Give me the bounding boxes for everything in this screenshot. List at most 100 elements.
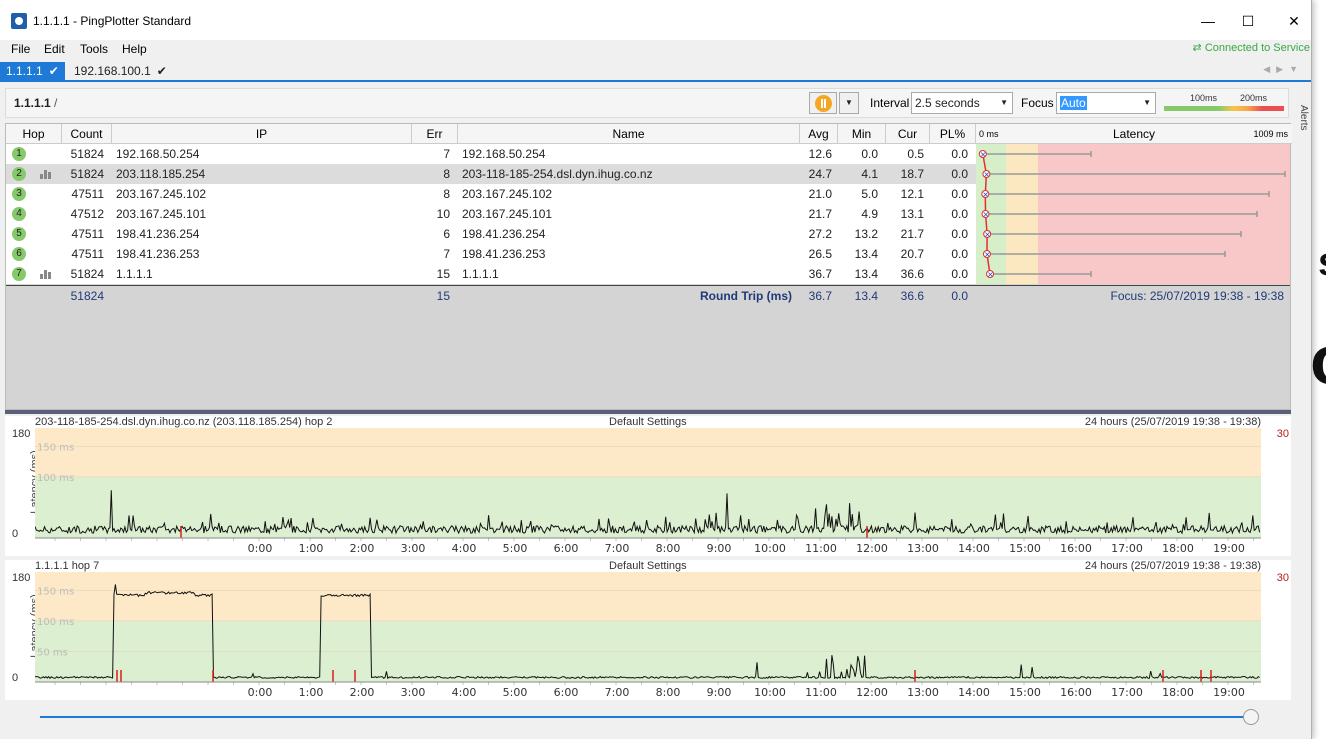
timeline-plot[interactable]: 150 ms 100 ms 0:00 1:00 2:00 3:00 4:00 5:00 6:00… [35, 428, 1261, 556]
hour-tick-label: 1:00 [299, 686, 324, 699]
timeline-range-label: 24 hours (25/07/2019 19:38 - 19:38) [1084, 560, 1261, 572]
band-label: 100 ms [37, 617, 74, 628]
header-min[interactable]: Min [838, 124, 886, 144]
hour-tick-label: 12:00 [856, 686, 888, 699]
hour-tick-label: 14:00 [958, 542, 990, 555]
bar-chart-icon[interactable] [40, 170, 52, 179]
total-count: 51824 [70, 289, 104, 303]
header-name[interactable]: Name [458, 124, 800, 144]
header-latency[interactable]: 0 ms Latency 1009 ms [976, 124, 1292, 144]
hour-tick-label: 13:00 [907, 686, 939, 699]
hour-tick-label: 8:00 [656, 542, 681, 555]
hour-tick-label: 3:00 [401, 542, 426, 555]
latency-good-band [35, 476, 1261, 538]
minimize-button[interactable]: — [1196, 10, 1220, 32]
header-ip[interactable]: IP [112, 124, 412, 144]
cell-min: 4.9 [861, 207, 878, 221]
hop-number: 4 [12, 207, 26, 221]
pause-icon [815, 95, 832, 112]
tab-scroll-arrows[interactable]: ◀▶▼ [1263, 64, 1304, 75]
hour-tick-label: 4:00 [452, 686, 477, 699]
interval-label: Interval [870, 96, 910, 110]
hour-tick-label: 3:00 [401, 686, 426, 699]
hour-tick-label: 5:00 [503, 686, 528, 699]
latency-warn-band [35, 428, 1261, 477]
cell-err: 7 [443, 147, 450, 161]
band-label: 50 ms [37, 647, 68, 658]
close-button[interactable]: ✕ [1282, 10, 1306, 32]
tab-target-2[interactable]: 192.168.100.1 ✔ [68, 62, 173, 80]
cell-ip: 192.168.50.254 [116, 147, 200, 161]
table-row[interactable]: 7 51824 1.1.1.1 15 1.1.1.1 36.7 13.4 36.6 0.0 [6, 264, 976, 284]
toolbar: 1.1.1.1 / ▼ Interval 2.5 seconds ▼ Focus … [5, 88, 1289, 118]
cell-err: 8 [443, 187, 450, 201]
header-hop[interactable]: Hop [6, 124, 62, 144]
table-row[interactable]: 1 51824 192.168.50.254 7 192.168.50.254 12.6 0… [6, 144, 976, 164]
y-tick-top: 180 [12, 428, 31, 440]
menu-help[interactable]: Help [122, 42, 147, 56]
timeline-plot[interactable]: 150 ms 100 ms 50 ms 0:00 1:00 2:00 3:00 4:00 5:0… [35, 572, 1261, 700]
cell-name: 203-118-185-254.dsl.dyn.ihug.co.nz [462, 167, 653, 181]
bar-chart-icon[interactable] [40, 270, 52, 279]
grid-header: Hop Count IP Err Name Avg Min Cur PL% 0 … [6, 124, 1292, 144]
table-row[interactable]: 3 47511 203.167.245.102 8 203.167.245.102 21.… [6, 184, 976, 204]
pause-dropdown-button[interactable]: ▼ [839, 92, 859, 114]
hour-tick-label: 4:00 [452, 542, 477, 555]
cell-ip: 1.1.1.1 [116, 267, 153, 281]
cell-pl: 0.0 [951, 247, 968, 261]
header-err[interactable]: Err [412, 124, 458, 144]
cell-pl: 0.0 [951, 167, 968, 181]
cell-pl: 0.0 [951, 267, 968, 281]
cell-min: 13.4 [854, 247, 878, 261]
menu-edit[interactable]: Edit [44, 42, 65, 56]
cell-err: 6 [443, 227, 450, 241]
header-count[interactable]: Count [62, 124, 112, 144]
cell-count: 47511 [71, 247, 104, 261]
cell-name: 203.167.245.101 [462, 207, 553, 221]
hour-tick-label: 11:00 [805, 542, 837, 555]
cell-cur: 36.6 [900, 267, 924, 281]
interval-select[interactable]: 2.5 seconds ▼ [911, 92, 1013, 114]
background-glyph: o [1310, 320, 1326, 400]
app-icon [11, 13, 27, 29]
timeline-target-label: 1.1.1.1 hop 7 [35, 560, 100, 572]
cell-min: 13.4 [854, 267, 878, 281]
slider-track[interactable] [40, 716, 1250, 718]
hour-tick-label: 18:00 [1162, 686, 1194, 699]
timeline-chart-hop-7: 1.1.1.1 hop 7 Default Settings 24 hours … [5, 560, 1291, 700]
menu-file[interactable]: File [11, 42, 30, 56]
hour-tick-label: 6:00 [554, 542, 579, 555]
table-row[interactable]: 2 51824 203.118.185.254 8 203-118-185-254.ds… [6, 164, 976, 184]
hop-number: 3 [12, 187, 26, 201]
alerts-tab[interactable]: Alerts [1293, 88, 1309, 148]
interval-value: 2.5 seconds [915, 96, 980, 110]
pane-splitter[interactable] [5, 410, 1291, 414]
table-row[interactable]: 6 47511 198.41.236.253 7 198.41.236.253 26.5 1… [6, 244, 976, 264]
tab-target-1[interactable]: 1.1.1.1 ✔ [0, 62, 65, 80]
cell-err: 8 [443, 167, 450, 181]
hour-tick-label: 6:00 [554, 686, 579, 699]
check-icon: ✔ [156, 64, 167, 78]
hour-tick-label: 9:00 [707, 542, 732, 555]
cell-ip: 198.41.236.253 [116, 247, 200, 261]
total-min: 13.4 [854, 289, 878, 303]
maximize-button[interactable]: ☐ [1236, 10, 1260, 32]
title-bar[interactable]: 1.1.1.1 - PingPlotter Standard — ☐ ✕ [0, 0, 1311, 40]
total-pl: 0.0 [951, 289, 968, 303]
pause-button[interactable] [809, 92, 837, 114]
table-row[interactable]: 4 47512 203.167.245.101 10 203.167.245.101 21… [6, 204, 976, 224]
table-row[interactable]: 5 47511 198.41.236.254 6 198.41.236.254 27.2 1… [6, 224, 976, 244]
slider-thumb[interactable] [1243, 709, 1259, 725]
y-tick-bottom: 0 [12, 528, 19, 540]
focus-select[interactable]: Auto ▼ [1056, 92, 1156, 114]
header-cur[interactable]: Cur [886, 124, 930, 144]
cell-avg: 27.2 [808, 227, 832, 241]
header-avg[interactable]: Avg [800, 124, 838, 144]
focus-label: Focus [1021, 96, 1054, 110]
cell-ip: 203.167.245.102 [116, 187, 207, 201]
cell-avg: 21.7 [808, 207, 832, 221]
latency-cur-mark: × [987, 270, 994, 279]
hour-tick-label: 5:00 [503, 542, 528, 555]
header-pl[interactable]: PL% [930, 124, 976, 144]
menu-tools[interactable]: Tools [80, 42, 108, 56]
